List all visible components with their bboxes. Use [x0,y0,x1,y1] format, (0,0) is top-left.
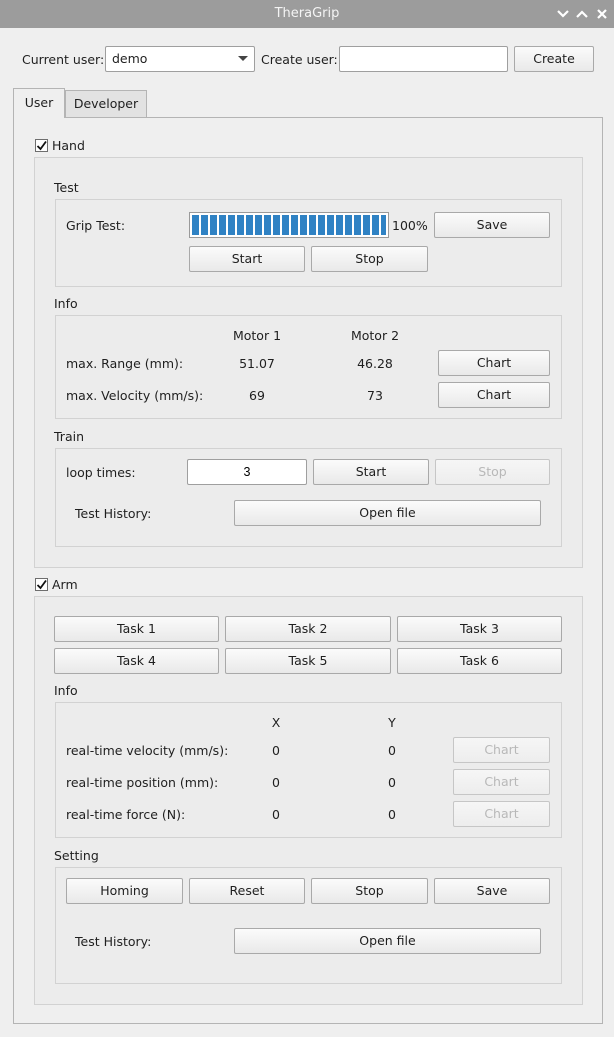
hand-info-title: Info [54,296,78,311]
task-4-button[interactable]: Task 4 [54,648,219,674]
max-range-motor2: 46.28 [357,356,393,371]
window-title: TheraGrip [274,6,340,21]
grip-test-progress-bar [189,212,389,238]
max-range-motor1: 51.07 [239,356,275,371]
train-title: Train [54,429,84,444]
y-header: Y [388,715,396,730]
test-stop-button[interactable]: Stop [311,246,428,272]
title-bar: TheraGrip [0,0,614,28]
setting-title: Setting [54,848,99,863]
close-icon [597,9,607,19]
test-save-button[interactable]: Save [434,212,550,238]
hand-label: Hand [52,138,85,153]
force-label: real-time force (N): [66,807,186,822]
task-1-button[interactable]: Task 1 [54,616,219,642]
position-chart-button[interactable]: Chart [453,769,550,795]
tab-developer[interactable]: Developer [65,90,147,117]
position-label: real-time position (mm): [66,775,219,790]
task-6-button[interactable]: Task 6 [397,648,562,674]
current-user-value: demo [112,51,148,66]
force-y: 0 [388,807,396,822]
max-velocity-chart-button[interactable]: Chart [438,382,550,408]
progress-percent-text: 100% [392,218,428,233]
max-velocity-motor2: 73 [367,388,383,403]
task-2-button[interactable]: Task 2 [225,616,391,642]
train-start-button[interactable]: Start [313,459,429,485]
main-window: TheraGrip Current user: demo Create user… [0,0,614,1037]
hand-test-history-label: Test History: [75,506,152,521]
chevron-down-icon [557,10,569,18]
grip-test-label: Grip Test: [66,218,126,233]
position-x: 0 [272,775,280,790]
create-button[interactable]: Create [514,46,594,72]
train-stop-button[interactable]: Stop [435,459,550,485]
loop-times-input[interactable] [187,459,307,485]
close-button[interactable] [594,6,610,22]
hand-checkbox[interactable] [35,139,48,152]
setting-stop-button[interactable]: Stop [311,878,428,904]
hand-open-file-button[interactable]: Open file [234,500,541,526]
arm-label: Arm [52,577,78,592]
force-x: 0 [272,807,280,822]
test-title: Test [54,180,79,195]
velocity-x: 0 [272,743,280,758]
velocity-label: real-time velocity (mm/s): [66,743,229,758]
velocity-chart-button[interactable]: Chart [453,737,550,763]
task-3-button[interactable]: Task 3 [397,616,562,642]
task-5-button[interactable]: Task 5 [225,648,391,674]
tab-user[interactable]: User [13,88,65,118]
current-user-label: Current user: [22,52,105,67]
arm-info-title: Info [54,683,78,698]
max-range-label: max. Range (mm): [66,356,184,371]
current-user-select[interactable]: demo [105,46,255,72]
dropdown-arrow-icon [238,56,248,61]
motor1-header: Motor 1 [232,328,282,343]
reset-button[interactable]: Reset [189,878,305,904]
arm-checkbox[interactable] [35,578,48,591]
homing-button[interactable]: Homing [66,878,183,904]
create-user-input[interactable] [339,46,508,72]
x-header: X [271,715,281,730]
motor2-header: Motor 2 [350,328,400,343]
minimize-button[interactable] [555,6,571,22]
progress-fill [192,215,386,235]
create-user-label: Create user: [261,52,338,67]
max-velocity-motor1: 69 [249,388,265,403]
max-velocity-label: max. Velocity (mm/s): [66,388,204,403]
chevron-up-icon [576,10,588,18]
setting-save-button[interactable]: Save [434,878,550,904]
test-start-button[interactable]: Start [189,246,305,272]
velocity-y: 0 [388,743,396,758]
loop-times-label: loop times: [66,465,136,480]
arm-test-history-label: Test History: [75,934,152,949]
checkmark-icon [36,140,47,151]
force-chart-button[interactable]: Chart [453,801,550,827]
checkmark-icon [36,579,47,590]
maximize-button[interactable] [574,6,590,22]
arm-open-file-button[interactable]: Open file [234,928,541,954]
position-y: 0 [388,775,396,790]
max-range-chart-button[interactable]: Chart [438,350,550,376]
